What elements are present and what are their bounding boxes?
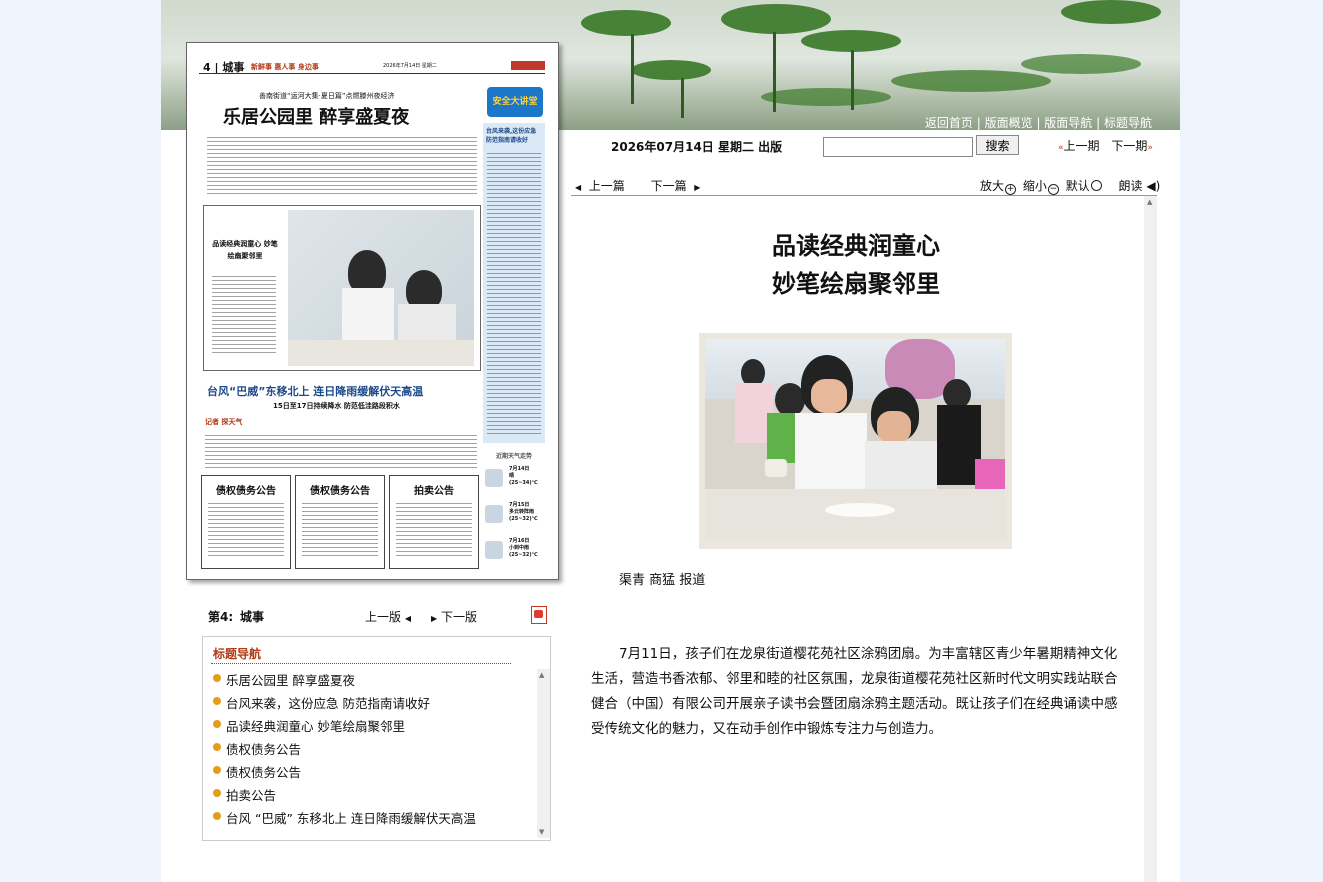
caret-left-icon: ◀ [575,183,582,192]
paper-photo [288,210,474,366]
title-nav-item[interactable]: 品读经典润童心 妙笔绘扇聚邻里 [213,717,533,740]
paper-sidebar: 台风来袭,这份应急防范指南请收好 [483,123,545,443]
bullet-icon [213,720,221,728]
title-navigation: 标题导航 乐居公园里 醉享盛夏夜 台风来袭，这份应急 防范指南请收好 品读经典润… [202,636,551,841]
paper-typhoon-sub: 15日至17日持续降水 防范低洼路段积水 [273,402,400,410]
title-nav-scrollbar[interactable]: ▲ ▼ [537,669,550,838]
paper-ad-2: 债权债务公告 [295,475,385,569]
page-wrapper: 返回首页 | 版面概览 | 版面导航 | 标题导航 4 | 城事 新鲜事 惠人事… [161,0,1180,882]
article-column: 2026年07月14日 星期二 出版 搜索 «上一期 下一期» ◀ 上一篇 下一… [571,130,1180,882]
paper-photo-story: 品读经典润童心 妙笔绘扇聚邻里 [203,205,481,371]
paper-headline: 乐居公园里 醉享盛夏夜 [223,107,410,128]
link-title-nav[interactable]: 标题导航 [1104,116,1152,130]
scroll-up-icon[interactable]: ▲ [539,671,544,679]
title-nav-list: 乐居公园里 醉享盛夏夜 台风来袭，这份应急 防范指南请收好 品读经典润童心 妙笔… [213,671,533,832]
paper-weather-title: 近期天气走势 [495,453,532,460]
paper-photo-title: 品读经典润童心 妙笔绘扇聚邻里 [212,240,278,260]
issue-navigation: «上一期 下一期» [1058,137,1153,154]
banner-links: 返回首页 | 版面概览 | 版面导航 | 标题导航 [924,116,1152,130]
paper-text-block [207,137,477,197]
link-page-nav[interactable]: 版面导航 [1044,116,1092,130]
weather-icon [485,505,503,523]
paper-sidebar-title: 台风来袭,这份应急防范指南请收好 [486,128,537,144]
default-size-button[interactable]: 默认 [1066,179,1105,193]
prev-issue-link[interactable]: «上一期 [1058,139,1100,153]
page-section: 城事 [239,610,264,624]
paper-reporter-tag: 记者 探天气 [205,418,243,426]
plus-circle-icon: + [1005,184,1017,195]
search-input[interactable] [823,137,973,157]
article-photo-frame [699,333,1012,549]
paper-weather: 7月14日晴 (25~34)℃ 7月15日 多云转阵雨 (25~32)℃ 7月16日小… [483,463,545,567]
weather-icon [485,541,503,559]
prev-article-link[interactable]: ◀ 上一篇 [575,179,625,193]
bullet-icon [213,674,221,682]
paper-ad-1: 债权债务公告 [201,475,291,569]
bullet-icon [213,743,221,751]
title-nav-item[interactable]: 台风来袭，这份应急 防范指南请收好 [213,694,533,717]
zoom-out-button[interactable]: 缩小 − [1023,179,1062,195]
bullet-icon [213,697,221,705]
pdf-icon[interactable] [531,606,547,624]
title-nav-item[interactable]: 乐居公园里 醉享盛夏夜 [213,671,533,694]
article-photo [705,339,1005,539]
article-title-line1: 品读经典润童心 [772,232,940,260]
article-body: 7月11日，孩子们在龙泉街道樱花苑社区涂鸦团扇。为丰富辖区青少年暑期精神文化生活… [591,646,1118,737]
title-nav-item[interactable]: 拍卖公告 [213,786,533,809]
paper-ad-3: 拍卖公告 [389,475,479,569]
prev-page-link[interactable]: 上一版 ◀ [365,608,411,625]
caret-left-icon: ◀ [404,614,411,623]
weather-icon [485,469,503,487]
caret-right-icon: » [1147,143,1153,153]
article-author: 渠青 商猛 报道 [619,573,706,588]
zoom-in-button[interactable]: 放大 + [980,179,1019,195]
newspaper-page-thumbnail[interactable]: 4 | 城事 新鲜事 惠人事 身边事 2026年7月14日 星期二 善南街道“运… [186,42,559,580]
article-scrollbar[interactable]: ▲ [1144,196,1157,882]
bullet-icon [213,812,221,820]
caret-right-icon: ▶ [431,614,438,623]
title-nav-item[interactable]: 债权债务公告 [213,763,533,786]
title-nav-item[interactable]: 台风 “巴威” 东移北上 连日降雨缓解伏天高温 [213,809,533,832]
paper-slogan: 新鲜事 惠人事 身边事 [251,63,319,71]
issue-date: 2026年07月14日 星期二 出版 [611,140,783,154]
bullet-icon [213,766,221,774]
link-overview[interactable]: 版面概览 [985,116,1033,130]
page-label: 第4: [208,610,234,624]
search-button[interactable]: 搜索 [976,135,1019,155]
next-issue-link[interactable]: 下一期» [1111,139,1153,153]
article-title-line2: 妙笔绘扇聚邻里 [772,270,940,298]
title-nav-heading: 标题导航 [213,647,262,661]
left-column: 4 | 城事 新鲜事 惠人事 身边事 2026年7月14日 星期二 善南街道“运… [161,0,571,882]
next-page-link[interactable]: ▶ 下一版 [431,608,477,625]
speaker-icon: ◀) [1146,179,1161,193]
paper-logo [511,61,545,70]
paper-kicker: 善南街道“运河大集·夏日篇”点燃滕州夜经济 [259,92,395,100]
bullet-icon [213,789,221,797]
link-home[interactable]: 返回首页 [925,116,973,130]
paper-typhoon-headline: 台风“巴威”东移北上 连日降雨缓解伏天高温 [207,385,424,398]
caret-right-icon: ▶ [694,183,701,192]
scroll-up-icon[interactable]: ▲ [1147,198,1152,206]
title-nav-item[interactable]: 债权债务公告 [213,740,533,763]
paper-masthead-info: 2026年7月14日 星期二 [383,63,437,69]
article-toolbar: 放大 + 缩小 − 默认 朗读 ◀) [980,177,1160,195]
minus-circle-icon: − [1047,184,1059,195]
article-navigation: ◀ 上一篇 下一篇 ▶ [575,177,700,194]
scroll-down-icon[interactable]: ▼ [539,828,544,836]
page-navigation: 第4: 城事 上一版 ◀ ▶ 下一版 [208,606,548,626]
next-article-link[interactable]: 下一篇 ▶ [651,179,701,193]
read-aloud-button[interactable]: 朗读 ◀) [1119,179,1161,193]
circle-icon [1090,180,1102,191]
paper-safety-badge: 安全大讲堂 [487,87,543,117]
